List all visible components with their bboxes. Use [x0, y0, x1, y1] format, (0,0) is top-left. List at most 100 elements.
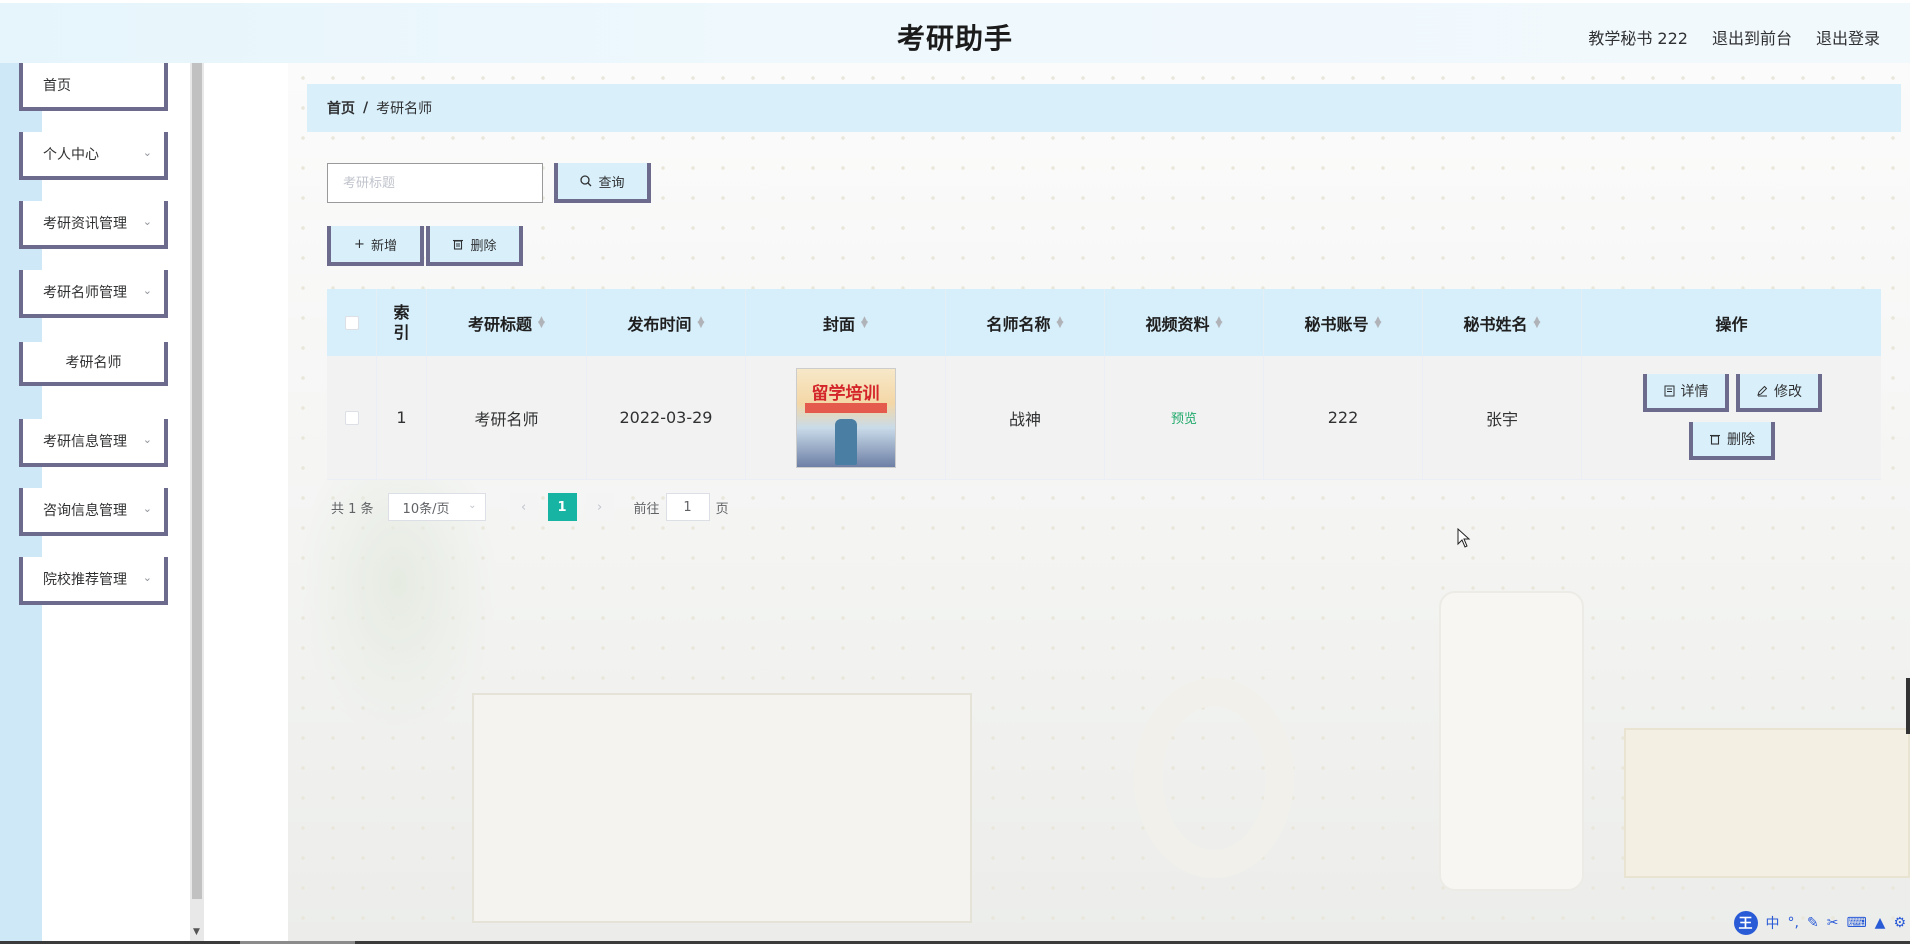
breadcrumb-home[interactable]: 首页 — [327, 98, 355, 118]
column-header-title[interactable]: 考研标题 ▲ ▼ — [427, 289, 587, 356]
ime-toolbar[interactable]: 王 中 °, ✎ ✂ ⌨ ▲ ⚙ — [1733, 910, 1910, 936]
search-button-label: 查询 — [598, 175, 625, 191]
chevron-left-icon: ‹ — [520, 499, 527, 515]
sidebar-item-info-management[interactable]: 考研信息管理 ⌄ — [19, 419, 168, 467]
sidebar-item-label: 首页 — [43, 78, 71, 94]
sidebar-item-label: 考研名师 — [65, 355, 122, 371]
sidebar-item-label: 咨询信息管理 — [43, 503, 127, 519]
chevron-down-icon: ⌄ — [142, 284, 152, 297]
detail-button[interactable]: 详情 — [1643, 374, 1729, 412]
add-button[interactable]: + 新增 — [327, 226, 424, 266]
table-row: 1 考研名师 2022-03-29 留学培训 战神 预览 222 张宇 详情 修… — [327, 356, 1881, 480]
pagination: 共 1 条 10条/页 ⌄ ‹ 1 › 前往 页 — [331, 493, 729, 521]
cell-date: 2022-03-29 — [587, 356, 746, 479]
column-header-account[interactable]: 秘书账号 ▲ ▼ — [1264, 289, 1423, 356]
sidebar-item-label: 考研资讯管理 — [43, 216, 127, 232]
breadcrumb-current: 考研名师 — [376, 101, 433, 117]
column-header-cover[interactable]: 封面 ▲ ▼ — [746, 289, 946, 356]
sidebar-item-consult-management[interactable]: 咨询信息管理 ⌄ — [19, 488, 168, 536]
column-header-teacher[interactable]: 名师名称 ▲ ▼ — [946, 289, 1105, 356]
column-header-secretary[interactable]: 秘书姓名 ▲ ▼ — [1423, 289, 1582, 356]
header-user-menu: 教学秘书 222 退出到前台 退出登录 — [1588, 25, 1880, 49]
row-select[interactable] — [327, 356, 377, 479]
chevron-down-icon: ⌄ — [142, 502, 152, 515]
sidebar-item-teacher-management[interactable]: 考研名师管理 ⌄ — [19, 270, 168, 318]
document-icon — [1664, 385, 1674, 397]
page-number-current[interactable]: 1 — [547, 493, 577, 521]
search-icon — [580, 175, 592, 187]
ime-mode-toggle[interactable]: 中 — [1766, 913, 1780, 933]
column-header-video[interactable]: 视频资料 ▲ ▼ — [1105, 289, 1264, 356]
add-button-label: 新增 — [370, 238, 397, 254]
top-header: 考研助手 教学秘书 222 退出到前台 退出登录 — [0, 0, 1910, 63]
ime-logo-icon[interactable]: 王 — [1733, 911, 1758, 935]
cover-image[interactable]: 留学培训 — [795, 367, 896, 468]
pen-icon[interactable]: ✎ — [1807, 915, 1819, 931]
cell-teacher: 战神 — [946, 356, 1105, 479]
user-label: 教学秘书 222 — [1588, 29, 1688, 48]
select-all-checkbox[interactable] — [344, 315, 359, 330]
sidebar-item-label: 个人中心 — [43, 147, 99, 163]
sort-icon[interactable]: ▲ ▼ — [1534, 315, 1541, 329]
sidebar-item-news-management[interactable]: 考研资讯管理 ⌄ — [19, 201, 168, 249]
sidebar-subitem-teacher[interactable]: 考研名师 — [19, 342, 168, 386]
cell-video: 预览 — [1105, 356, 1264, 479]
chevron-down-icon: ⌄ — [142, 433, 152, 446]
cell-operations: 详情 修改 删除 — [1582, 356, 1881, 479]
breadcrumb-separator: / — [363, 100, 369, 116]
goto-suffix: 页 — [715, 501, 729, 517]
cover-text: 留学培训 — [811, 383, 880, 404]
sidebar: 首页 个人中心 ⌄ 考研资讯管理 ⌄ 考研名师管理 ⌄ 考研名师 考研信息管理 … — [0, 63, 190, 941]
page-size-select[interactable]: 10条/页 ⌄ — [387, 493, 486, 521]
logout-link[interactable]: 退出登录 — [1816, 25, 1880, 49]
column-header-date[interactable]: 发布时间 ▲ ▼ — [587, 289, 746, 356]
plus-icon: + — [354, 236, 365, 252]
sidebar-item-personal-center[interactable]: 个人中心 ⌄ — [19, 132, 168, 180]
prev-page-button[interactable]: ‹ — [509, 493, 538, 521]
cell-cover: 留学培训 — [746, 356, 946, 479]
shirt-icon[interactable]: ▲ — [1875, 915, 1886, 931]
video-preview-link[interactable]: 预览 — [1171, 408, 1197, 427]
sort-icon[interactable]: ▲ ▼ — [1216, 315, 1223, 329]
sidebar-scrollbar[interactable]: ▼ — [190, 63, 204, 941]
next-page-button[interactable]: › — [585, 493, 614, 521]
sort-icon[interactable]: ▲ ▼ — [1057, 315, 1064, 329]
cell-secretary: 张宇 — [1423, 356, 1582, 479]
sort-icon[interactable]: ▲ ▼ — [698, 315, 705, 329]
edit-button[interactable]: 修改 — [1736, 374, 1822, 412]
chevron-down-icon: ⌄ — [142, 571, 152, 584]
sidebar-item-label: 考研名师管理 — [43, 285, 127, 301]
sidebar-item-label: 考研信息管理 — [43, 434, 127, 450]
punctuation-icon[interactable]: °, — [1788, 915, 1799, 931]
header-select-all[interactable] — [327, 289, 377, 356]
sidebar-item-home[interactable]: 首页 — [19, 63, 168, 111]
table-header: 索引 考研标题 ▲ ▼ 发布时间 ▲ ▼ 封面 ▲ ▼ 名师名称 ▲ ▼ 视频资料 ▲ ▼ 秘书账号… — [327, 289, 1881, 356]
gear-icon[interactable]: ⚙ — [1893, 915, 1906, 931]
exit-to-front-link[interactable]: 退出到前台 — [1712, 25, 1792, 49]
scissors-icon[interactable]: ✂ — [1827, 915, 1839, 931]
sidebar-item-label: 院校推荐管理 — [43, 572, 127, 588]
chevron-down-icon: ⌄ — [468, 500, 477, 511]
sort-icon[interactable]: ▲ ▼ — [861, 315, 868, 329]
chevron-right-icon: › — [596, 499, 603, 515]
sort-icon[interactable]: ▲ ▼ — [538, 315, 545, 329]
keyboard-icon[interactable]: ⌨ — [1846, 915, 1866, 931]
chevron-down-icon: ⌄ — [142, 146, 152, 159]
row-checkbox[interactable] — [344, 410, 359, 425]
scrollbar-thumb[interactable] — [192, 63, 202, 899]
trash-icon — [1710, 434, 1720, 445]
cell-account: 222 — [1264, 356, 1423, 479]
sidebar-item-school-management[interactable]: 院校推荐管理 ⌄ — [19, 557, 168, 605]
column-header: 索引 — [377, 289, 427, 356]
data-table: 索引 考研标题 ▲ ▼ 发布时间 ▲ ▼ 封面 ▲ ▼ 名师名称 ▲ ▼ 视频资料 ▲ ▼ 秘书账号… — [327, 289, 1881, 480]
search-input[interactable] — [327, 163, 543, 203]
sort-icon[interactable]: ▲ ▼ — [1375, 315, 1382, 329]
goto-page-input[interactable] — [665, 493, 710, 521]
cell-title: 考研名师 — [427, 356, 587, 479]
batch-delete-button[interactable]: 删除 — [426, 226, 523, 266]
scroll-down-icon[interactable]: ▼ — [193, 927, 200, 937]
row-delete-button[interactable]: 删除 — [1689, 422, 1775, 460]
chevron-down-icon: ⌄ — [142, 215, 152, 228]
search-button[interactable]: 查询 — [554, 163, 651, 203]
mouse-cursor-icon — [1457, 528, 1471, 548]
